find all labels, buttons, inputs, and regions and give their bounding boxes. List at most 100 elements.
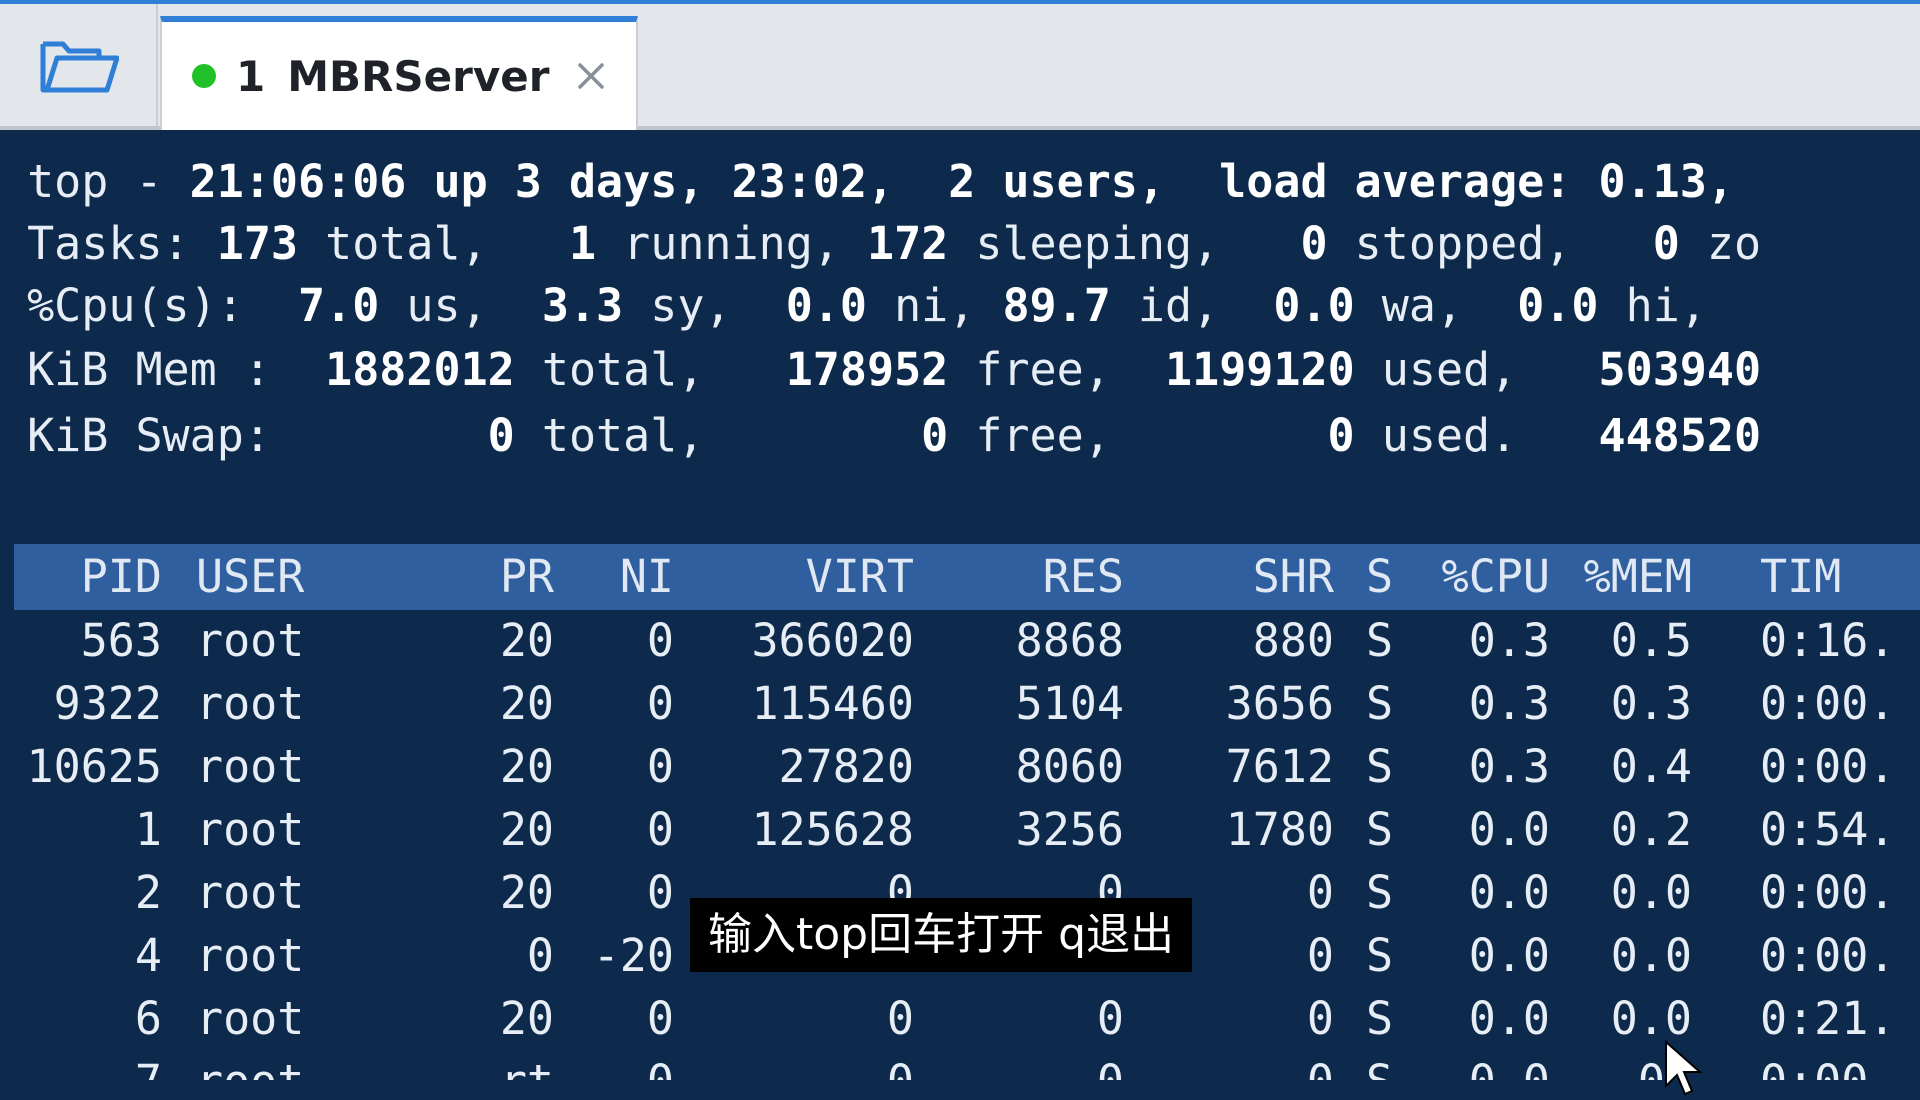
cell-virt: 125628: [751, 803, 914, 856]
col-header-user[interactable]: USER: [196, 546, 396, 608]
cell-pr: 20: [499, 992, 554, 1045]
tab-mbrserver[interactable]: 1 MBRServer: [160, 16, 638, 130]
table-row: 9322 root 20 0 115460 5104 3656 S 0.3 0.3 0:00.: [0, 673, 1920, 735]
summary-line-uptime: top - 21:06:06 up 3 days, 23:02, 2 users…: [0, 155, 1734, 208]
summary-line-mem: KiB Mem : 1882012 total, 178952 free, 11…: [0, 343, 1762, 396]
cell-cpu: 0.3: [1468, 614, 1550, 667]
cell-ni: 0: [646, 992, 674, 1045]
col-header-pr[interactable]: PR: [396, 546, 554, 608]
folder-open-icon: [40, 41, 119, 93]
cell-res: 8060: [1015, 740, 1124, 793]
cell-pr: rt: [396, 1051, 554, 1080]
cell-pid: 563: [80, 614, 162, 667]
cell-cpu: 0.3: [1468, 677, 1550, 730]
cell-ni: 0: [646, 866, 674, 919]
cell-time: 0:00.: [1760, 866, 1896, 919]
cell-cpu: 0.0: [1468, 929, 1550, 982]
cell-cpu: 0.3: [1468, 740, 1550, 793]
open-session-button[interactable]: [0, 4, 158, 126]
table-row: 7rootrt0000S0.00.0:00.: [0, 1051, 1920, 1080]
cell-shr: 7612: [1225, 740, 1334, 793]
col-header-cpu[interactable]: %CPU: [1400, 546, 1550, 608]
cell-user: root: [196, 677, 305, 730]
cell-time: 0:00.: [1760, 677, 1896, 730]
table-row: 1 root 20 0 125628 3256 1780 S 0.0 0.2 0:54.: [0, 799, 1920, 861]
cell-shr: 880: [1252, 614, 1334, 667]
table-row: 6 root 20 0 0 0 0 S 0.0 0.0 0:21.: [0, 988, 1920, 1050]
cell-ni: 0: [646, 803, 674, 856]
cell-virt: 366020: [751, 614, 914, 667]
cell-virt: 0: [674, 1051, 914, 1080]
col-header-time[interactable]: TIM: [1760, 546, 1920, 608]
col-header-ni[interactable]: NI: [554, 546, 674, 608]
video-subtitle: 输入top回车打开 q退出: [690, 898, 1193, 972]
cell-pr: 20: [499, 740, 554, 793]
cell-pid: 4: [134, 929, 162, 982]
cell-ni: 0: [646, 677, 674, 730]
cell-user: root: [196, 866, 305, 919]
cell-ni: 0: [646, 614, 674, 667]
cell-pid: 10625: [26, 740, 162, 793]
cell-shr: 0: [1124, 1051, 1334, 1080]
cell-user: root: [196, 614, 305, 667]
col-header-virt[interactable]: VIRT: [674, 546, 914, 608]
col-header-mem[interactable]: %MEM: [1550, 546, 1692, 608]
cell-pr: 20: [499, 614, 554, 667]
cell-res: 0: [914, 1051, 1124, 1080]
cell-pid: 1: [134, 803, 162, 856]
col-header-pid[interactable]: PID: [0, 546, 162, 608]
cell-ni: 0: [646, 740, 674, 793]
cell-virt: 115460: [751, 677, 914, 730]
cell-pr: 20: [499, 866, 554, 919]
summary-line-tasks: Tasks: 173 total, 1 running, 172 sleepin…: [0, 217, 1762, 270]
cell-pid: 2: [134, 866, 162, 919]
cell-res: 0: [1096, 992, 1124, 1045]
process-table-header: PID USER PR NI VIRT RES SHR S %CPU %MEM …: [0, 546, 1920, 608]
cell-cpu: 0.0: [1468, 866, 1550, 919]
cell-time: 0:00.: [1760, 929, 1896, 982]
tab-title: MBRServer: [287, 51, 550, 101]
cell-time: 0:54.: [1760, 803, 1896, 856]
cell-pid: 6: [134, 992, 162, 1045]
mouse-pointer-icon: [1665, 1040, 1703, 1096]
cell-mem: 0.0: [1610, 866, 1692, 919]
cell-ni: -20: [592, 929, 674, 982]
cell-time: 0:21.: [1760, 992, 1896, 1045]
cell-shr: 0: [1306, 992, 1334, 1045]
cell-virt: 27820: [778, 740, 914, 793]
cell-ni: 0: [554, 1051, 674, 1080]
cell-res: 3256: [1015, 803, 1124, 856]
cell-shr: 3656: [1225, 677, 1334, 730]
cell-time: 0:00.: [1760, 1051, 1920, 1080]
cell-mem: 0.0: [1610, 929, 1692, 982]
table-row: 10625 root 20 0 27820 8060 7612 S 0.3 0.4 0:00.: [0, 736, 1920, 798]
cell-user: root: [196, 992, 305, 1045]
cell-pid: 9322: [53, 677, 162, 730]
cell-time: 0:16.: [1760, 614, 1896, 667]
close-icon[interactable]: [576, 61, 606, 91]
cell-user: root: [196, 1051, 396, 1080]
cell-time: 0:00.: [1760, 740, 1896, 793]
cell-pr: 20: [499, 803, 554, 856]
tab-bar: 1 MBRServer: [0, 0, 1920, 130]
col-header-shr[interactable]: SHR: [1124, 546, 1334, 608]
cell-virt: 0: [886, 992, 914, 1045]
cell-pr: 0: [526, 929, 554, 982]
cell-pr: 20: [499, 677, 554, 730]
cell-res: 8868: [1015, 614, 1124, 667]
cell-user: root: [196, 929, 305, 982]
connection-status-icon: [192, 64, 216, 88]
cell-res: 5104: [1015, 677, 1124, 730]
cell-mem: 0.2: [1610, 803, 1692, 856]
cell-mem: 0.5: [1610, 614, 1692, 667]
cell-cpu: 0.0: [1400, 1051, 1550, 1080]
cell-cpu: 0.0: [1468, 992, 1550, 1045]
table-row: 563 root 20 0 366020 8868 880 S 0.3 0.5 0:16.: [0, 610, 1920, 672]
cell-user: root: [196, 740, 305, 793]
col-header-res[interactable]: RES: [914, 546, 1124, 608]
cell-pid: 7: [0, 1051, 162, 1080]
cell-cpu: 0.0: [1468, 803, 1550, 856]
cell-shr: 1780: [1225, 803, 1334, 856]
cell-mem: 0.4: [1610, 740, 1692, 793]
summary-line-cpu: %Cpu(s): 7.0 us, 3.3 sy, 0.0 ni, 89.7 id…: [0, 279, 1707, 332]
